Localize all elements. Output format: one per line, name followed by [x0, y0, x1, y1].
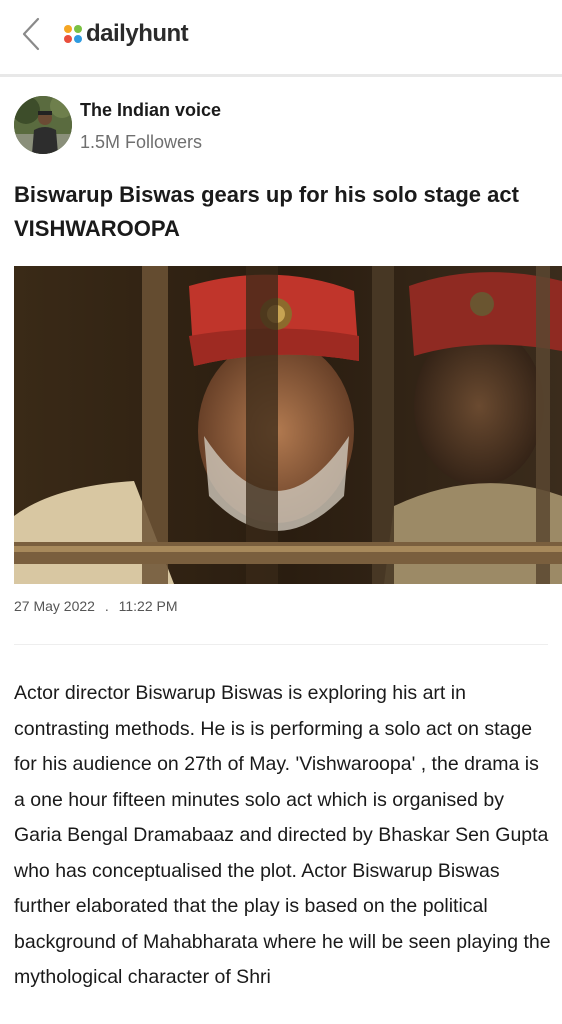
top-bar: dailyhunt	[0, 0, 562, 74]
article-meta: 27 May 2022 . 11:22 PM	[14, 598, 184, 614]
article-headline: Biswarup Biswas gears up for his solo st…	[14, 182, 519, 241]
publish-time: 11:22 PM	[118, 598, 178, 614]
chevron-left-icon	[22, 17, 40, 51]
article-body: Actor director Biswarup Biswas is explor…	[14, 682, 551, 988]
avatar[interactable]	[14, 96, 72, 154]
meta-separator: .	[104, 598, 109, 614]
author-name[interactable]: The Indian voice	[80, 100, 221, 121]
follower-count: 1.5M Followers	[80, 132, 203, 152]
header-divider	[0, 74, 562, 77]
author-header[interactable]: The Indian voice 1.5M Followers	[14, 94, 548, 158]
meta-divider	[14, 644, 548, 645]
publish-date: 27 May 2022	[14, 598, 95, 614]
dailyhunt-logo[interactable]: dailyhunt	[64, 16, 189, 52]
logo-text: dailyhunt	[86, 20, 189, 47]
back-button[interactable]	[14, 14, 48, 54]
logo-dots-icon	[64, 25, 82, 43]
article-hero-image[interactable]	[14, 266, 562, 584]
